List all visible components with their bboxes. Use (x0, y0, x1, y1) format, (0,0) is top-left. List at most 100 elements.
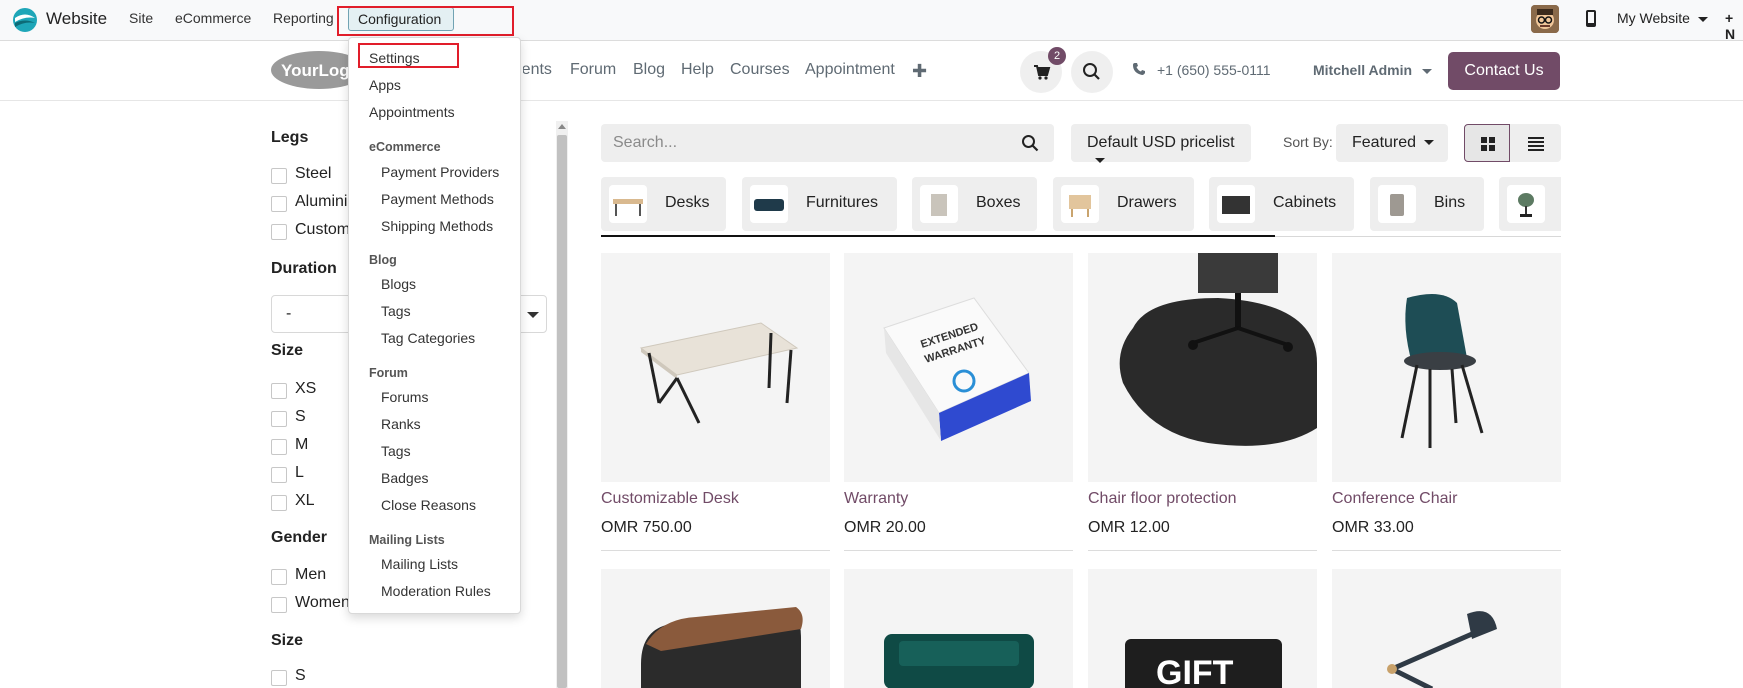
menu-ecommerce[interactable]: eCommerce (175, 10, 251, 26)
nav-appointment[interactable]: Appointment (805, 61, 895, 79)
filter-checkbox[interactable] (271, 597, 287, 613)
contact-us-button[interactable]: Contact Us (1448, 52, 1560, 90)
product-image[interactable]: EXTENDED WARRANTY (844, 253, 1073, 482)
menu-item-apps[interactable]: Apps (369, 77, 401, 93)
menu-item-blogs[interactable]: Blogs (381, 276, 416, 292)
category-label: Desks (665, 194, 710, 211)
cart-count-badge: 2 (1048, 47, 1066, 65)
configuration-dropdown: Settings Apps Appointments eCommerce Pay… (348, 37, 521, 614)
scroll-up-arrow-icon[interactable] (558, 124, 566, 129)
product-search-input[interactable]: Search... (601, 124, 1054, 162)
filter-checkbox[interactable] (271, 168, 287, 184)
product-image[interactable] (1332, 253, 1561, 482)
filter-checkbox[interactable] (271, 569, 287, 585)
category-thumbnail (1217, 185, 1255, 223)
menu-item-payment-providers[interactable]: Payment Providers (381, 164, 499, 180)
filter-label[interactable]: S (295, 667, 306, 685)
filter-label[interactable]: Men (295, 566, 326, 584)
filter-checkbox[interactable] (271, 383, 287, 399)
menu-reporting[interactable]: Reporting (273, 10, 334, 26)
menu-site[interactable]: Site (129, 10, 153, 26)
app-name[interactable]: Website (46, 9, 107, 29)
menu-item-badges[interactable]: Badges (381, 470, 428, 486)
mobile-preview-icon[interactable] (1585, 9, 1597, 28)
product-image[interactable] (601, 569, 830, 688)
category-boxes[interactable]: Boxes (912, 177, 1037, 231)
menu-item-payment-methods[interactable]: Payment Methods (381, 191, 494, 207)
filter-checkbox[interactable] (271, 467, 287, 483)
category-scroll-track (1275, 236, 1561, 237)
filter-checkbox[interactable] (271, 196, 287, 212)
menu-configuration[interactable]: Configuration (348, 7, 454, 31)
filter-label[interactable]: XL (295, 492, 315, 510)
product-image[interactable] (1088, 253, 1317, 482)
menu-item-forums[interactable]: Forums (381, 389, 428, 405)
menu-item-settings[interactable]: Settings (369, 50, 420, 66)
nav-blog[interactable]: Blog (633, 61, 665, 79)
filter-checkbox[interactable] (271, 411, 287, 427)
scrollbar-thumb[interactable] (557, 135, 567, 688)
my-website-switcher[interactable]: My Website (1617, 10, 1708, 26)
category-cabinets[interactable]: Cabinets (1209, 177, 1354, 231)
filter-label[interactable]: Custom (295, 221, 350, 239)
filter-label[interactable]: M (295, 436, 308, 454)
chevron-down-icon (1697, 16, 1708, 22)
category-lamps[interactable] (1499, 177, 1561, 231)
product-image[interactable] (601, 253, 830, 482)
category-drawers[interactable]: Drawers (1053, 177, 1194, 231)
product-image[interactable]: GIFT (1088, 569, 1317, 688)
product-price: OMR 33.00 (1332, 519, 1414, 536)
menu-item-forum-tags[interactable]: Tags (381, 443, 411, 459)
product-image[interactable] (1332, 569, 1561, 688)
add-menu-icon[interactable]: ✚ (912, 61, 927, 82)
menu-item-tags[interactable]: Tags (381, 303, 411, 319)
category-label: Cabinets (1273, 194, 1337, 211)
menu-item-tag-categories[interactable]: Tag Categories (381, 330, 475, 346)
menu-section-blog: Blog (369, 253, 397, 267)
category-desks[interactable]: Desks (601, 177, 726, 231)
header-search-button[interactable] (1071, 51, 1113, 93)
menu-item-appointments[interactable]: Appointments (369, 104, 455, 120)
pricelist-dropdown[interactable]: Default USD pricelist (1071, 124, 1251, 164)
product-image[interactable] (844, 569, 1073, 688)
filter-checkbox[interactable] (271, 495, 287, 511)
menu-item-close-reasons[interactable]: Close Reasons (381, 497, 476, 513)
category-furnitures[interactable]: Furnitures (742, 177, 897, 231)
phone-number[interactable]: +1 (650) 555-0111 (1157, 62, 1271, 78)
grid-view-toggle[interactable] (1464, 124, 1510, 162)
filter-checkbox[interactable] (271, 224, 287, 240)
product-name[interactable]: Conference Chair (1332, 490, 1457, 508)
pricelist-label: Default USD pricelist (1087, 134, 1235, 151)
menu-section-ecommerce: eCommerce (369, 140, 441, 154)
filters-scrollbar[interactable] (556, 121, 568, 688)
menu-item-shipping-methods[interactable]: Shipping Methods (381, 218, 493, 234)
list-view-toggle[interactable] (1510, 124, 1561, 162)
user-menu[interactable]: Mitchell Admin (1313, 62, 1433, 78)
filter-checkbox[interactable] (271, 439, 287, 455)
nav-courses[interactable]: Courses (730, 61, 790, 79)
sort-value: Featured (1352, 134, 1417, 151)
search-icon[interactable] (1021, 134, 1039, 152)
menu-item-mailing-lists[interactable]: Mailing Lists (381, 556, 458, 572)
category-label: Boxes (976, 194, 1021, 211)
nav-forum[interactable]: Forum (570, 61, 616, 79)
product-name[interactable]: Customizable Desk (601, 490, 739, 508)
product-name[interactable]: Warranty (844, 490, 908, 508)
product-name[interactable]: Chair floor protection (1088, 490, 1237, 508)
filter-label[interactable]: L (295, 464, 304, 482)
avatar[interactable] (1531, 5, 1559, 33)
grid-icon (1481, 137, 1495, 151)
filter-label[interactable]: Steel (295, 165, 331, 183)
category-bins[interactable]: Bins (1370, 177, 1484, 231)
menu-item-ranks[interactable]: Ranks (381, 416, 421, 432)
sort-by-dropdown[interactable]: Featured (1336, 124, 1448, 162)
menu-item-moderation-rules[interactable]: Moderation Rules (381, 583, 491, 599)
filter-label[interactable]: S (295, 408, 306, 426)
filter-checkbox[interactable] (271, 670, 287, 686)
website-app-icon[interactable] (12, 7, 38, 33)
nav-help[interactable]: Help (681, 61, 714, 79)
category-carousel: Desks Furnitures Boxes Drawers Cabinets … (601, 177, 1561, 237)
filter-label[interactable]: Women (295, 594, 350, 612)
filter-label[interactable]: XS (295, 380, 316, 398)
new-content-button[interactable]: + N (1725, 10, 1743, 42)
